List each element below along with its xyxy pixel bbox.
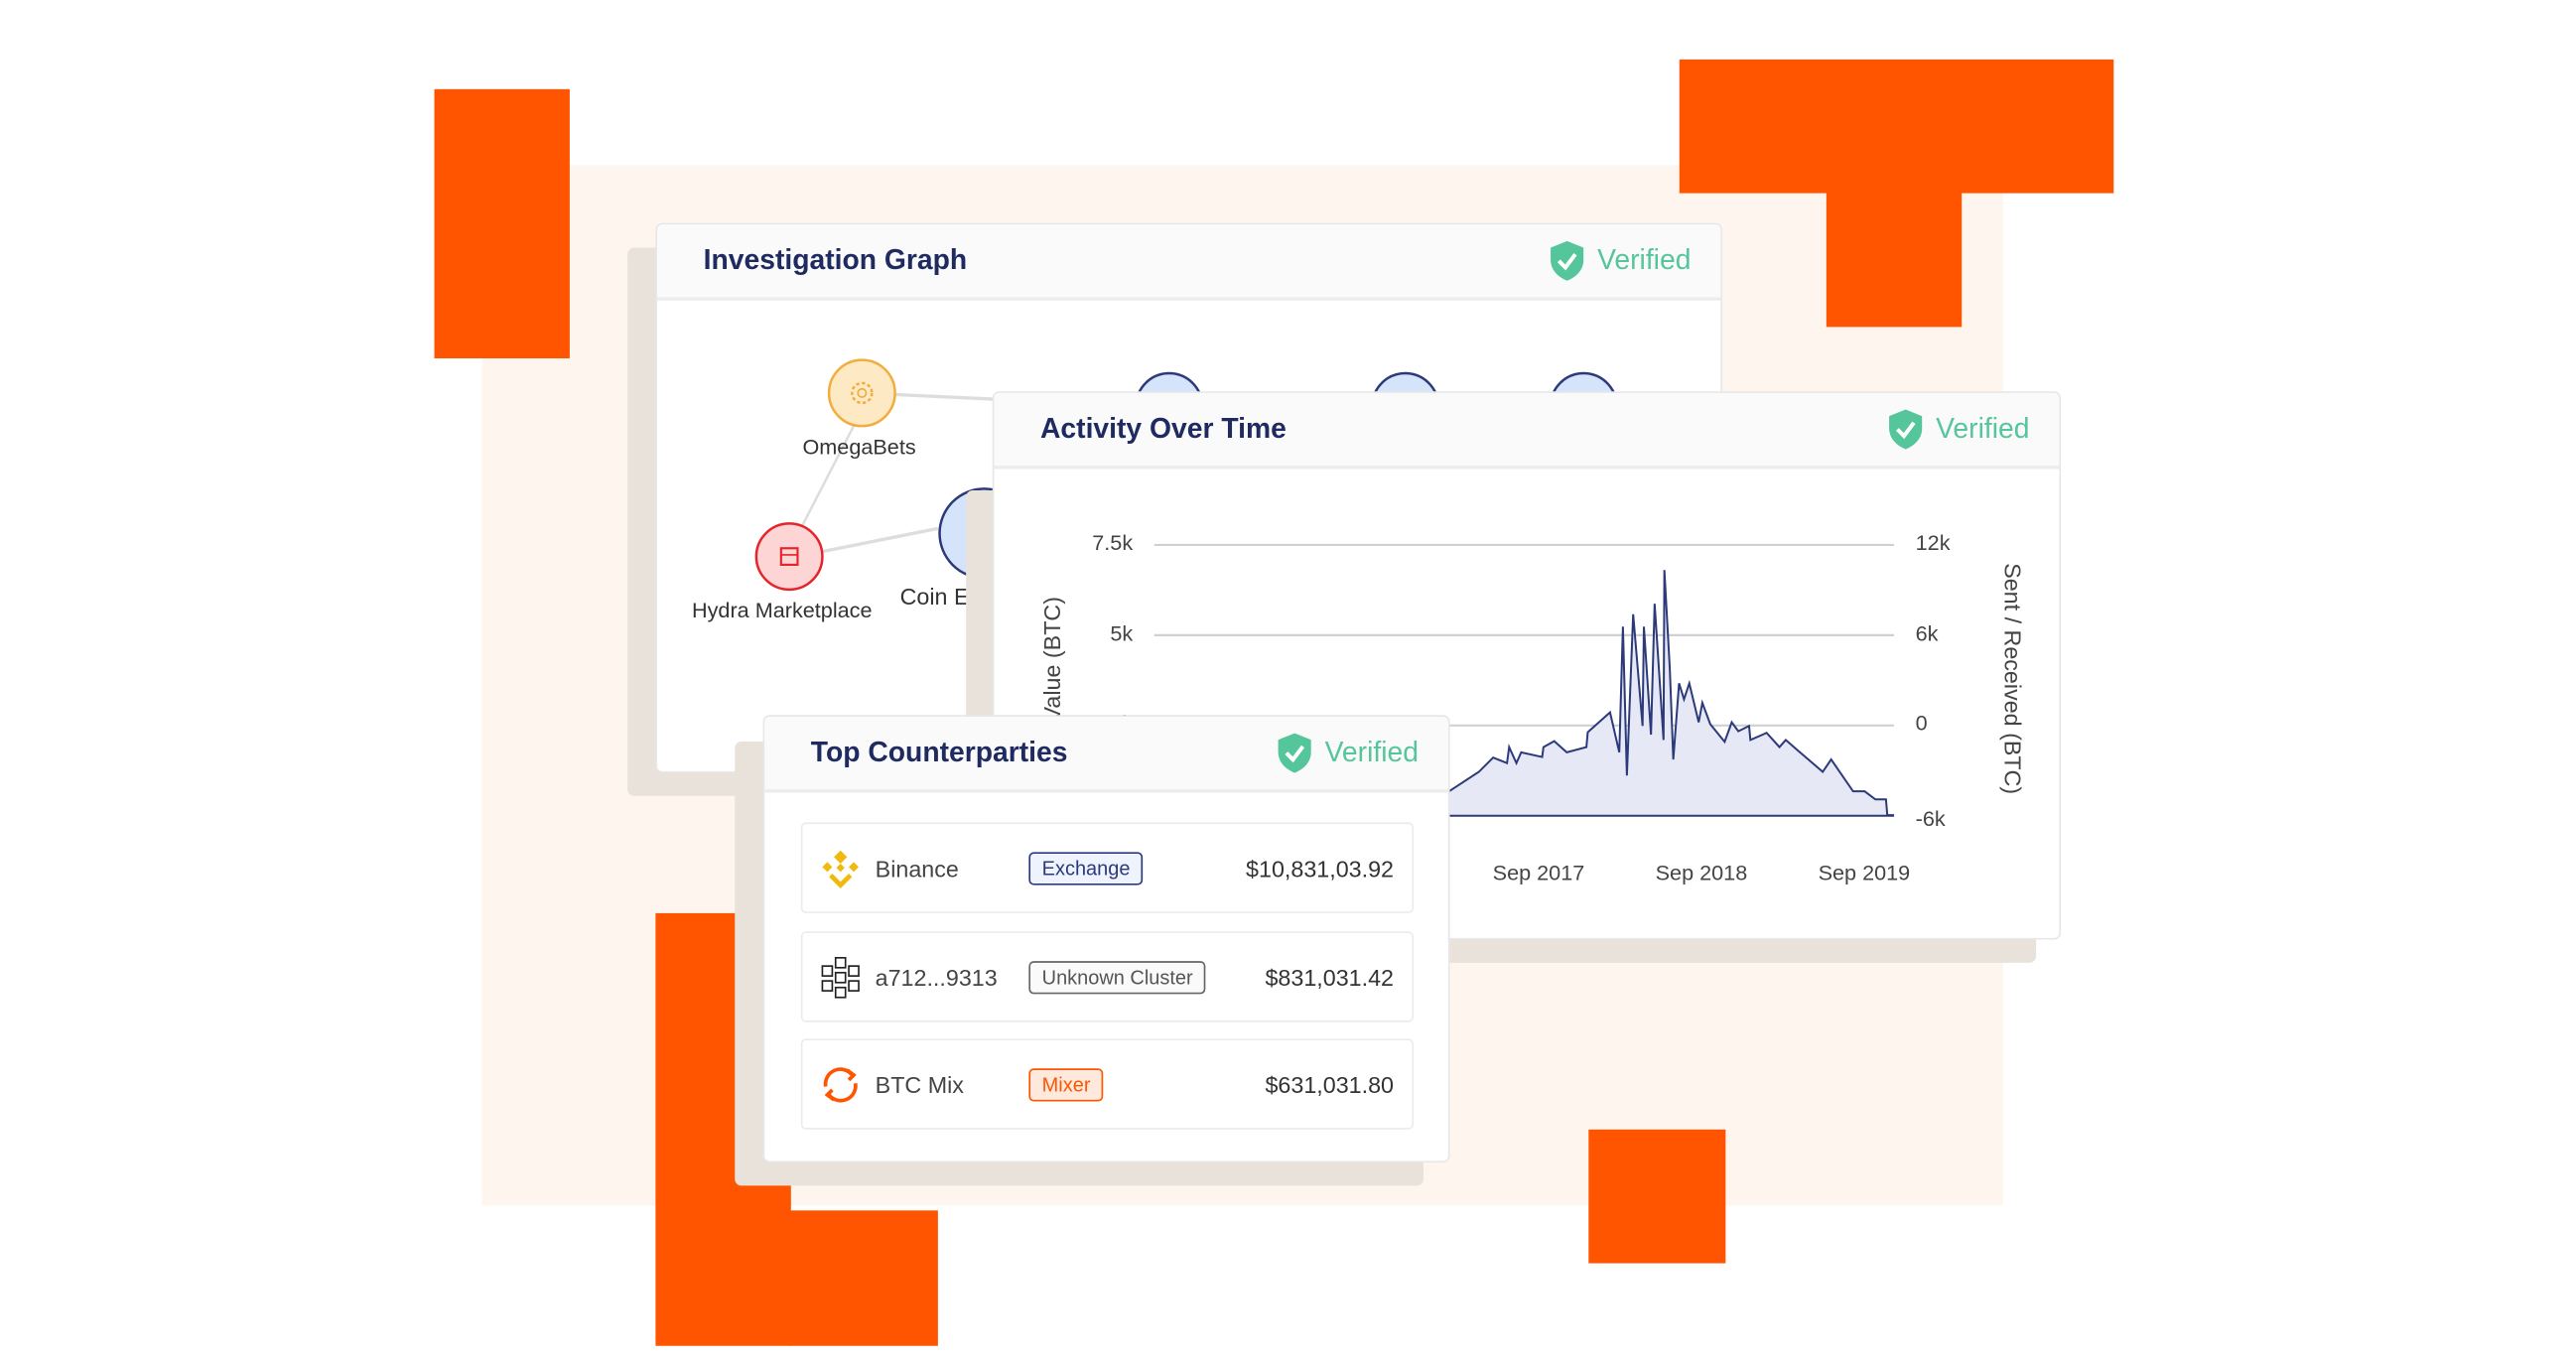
decor-rect xyxy=(1679,59,2114,194)
graph-node-hydra-marketplace[interactable] xyxy=(754,522,824,592)
shield-check-icon xyxy=(1279,733,1312,773)
y2-tick-label: -6k xyxy=(1915,805,1946,831)
counterparty-amount: $831,031.42 xyxy=(1265,963,1394,991)
verified-label: Verified xyxy=(1324,736,1419,768)
counterparty-amount: $10,831,03.92 xyxy=(1246,854,1394,882)
cluster-cubes-icon xyxy=(821,956,860,999)
y2-tick-label: 6k xyxy=(1915,619,1939,645)
counterparty-row[interactable]: BTC Mix Mixer $631,031.80 xyxy=(800,1038,1414,1130)
decor-rect xyxy=(789,1210,938,1346)
decor-rect xyxy=(1588,1129,1726,1264)
counterparties-card: Top Counterparties Verified Binance Exch… xyxy=(762,715,1450,1163)
node-label: Hydra Marketplace xyxy=(692,598,873,623)
decor-rect xyxy=(1826,191,1963,328)
category-badge: Mixer xyxy=(1028,1067,1104,1101)
counterparty-row[interactable]: Binance Exchange $10,831,03.92 xyxy=(800,822,1414,913)
graph-edge xyxy=(822,526,939,554)
y2-axis-label: Sent / Received (BTC) xyxy=(1999,563,2027,795)
card-header: Top Counterparties Verified xyxy=(764,716,1448,793)
counterparty-name: BTC Mix xyxy=(875,1070,964,1098)
card-title: Top Counterparties xyxy=(810,736,1068,768)
verified-badge: Verified xyxy=(1279,733,1419,773)
counterparty-amount: $631,031.80 xyxy=(1265,1070,1394,1098)
x-tick-label: Sep 2019 xyxy=(1818,860,1911,885)
y2-tick-label: 12k xyxy=(1915,529,1951,555)
counterparty-name: Binance xyxy=(875,854,959,882)
mixer-arrows-icon xyxy=(823,1067,858,1103)
x-tick-label: Sep 2017 xyxy=(1492,860,1585,885)
y-tick-label: 7.5k xyxy=(1092,529,1134,555)
category-badge: Exchange xyxy=(1028,851,1144,884)
y2-tick-label: 0 xyxy=(1915,710,1928,736)
counterparty-row[interactable]: a712...9313 Unknown Cluster $831,031.42 xyxy=(800,931,1414,1022)
y-tick-label: 5k xyxy=(1110,619,1134,645)
decor-rect xyxy=(434,88,570,358)
binance-logo-icon xyxy=(822,850,860,888)
x-tick-label: Sep 2018 xyxy=(1655,860,1748,885)
graph-node-omegabets[interactable] xyxy=(827,358,896,428)
counterparty-name: a712...9313 xyxy=(875,963,998,991)
category-badge: Unknown Cluster xyxy=(1028,960,1206,994)
node-label: OmegaBets xyxy=(802,434,916,460)
